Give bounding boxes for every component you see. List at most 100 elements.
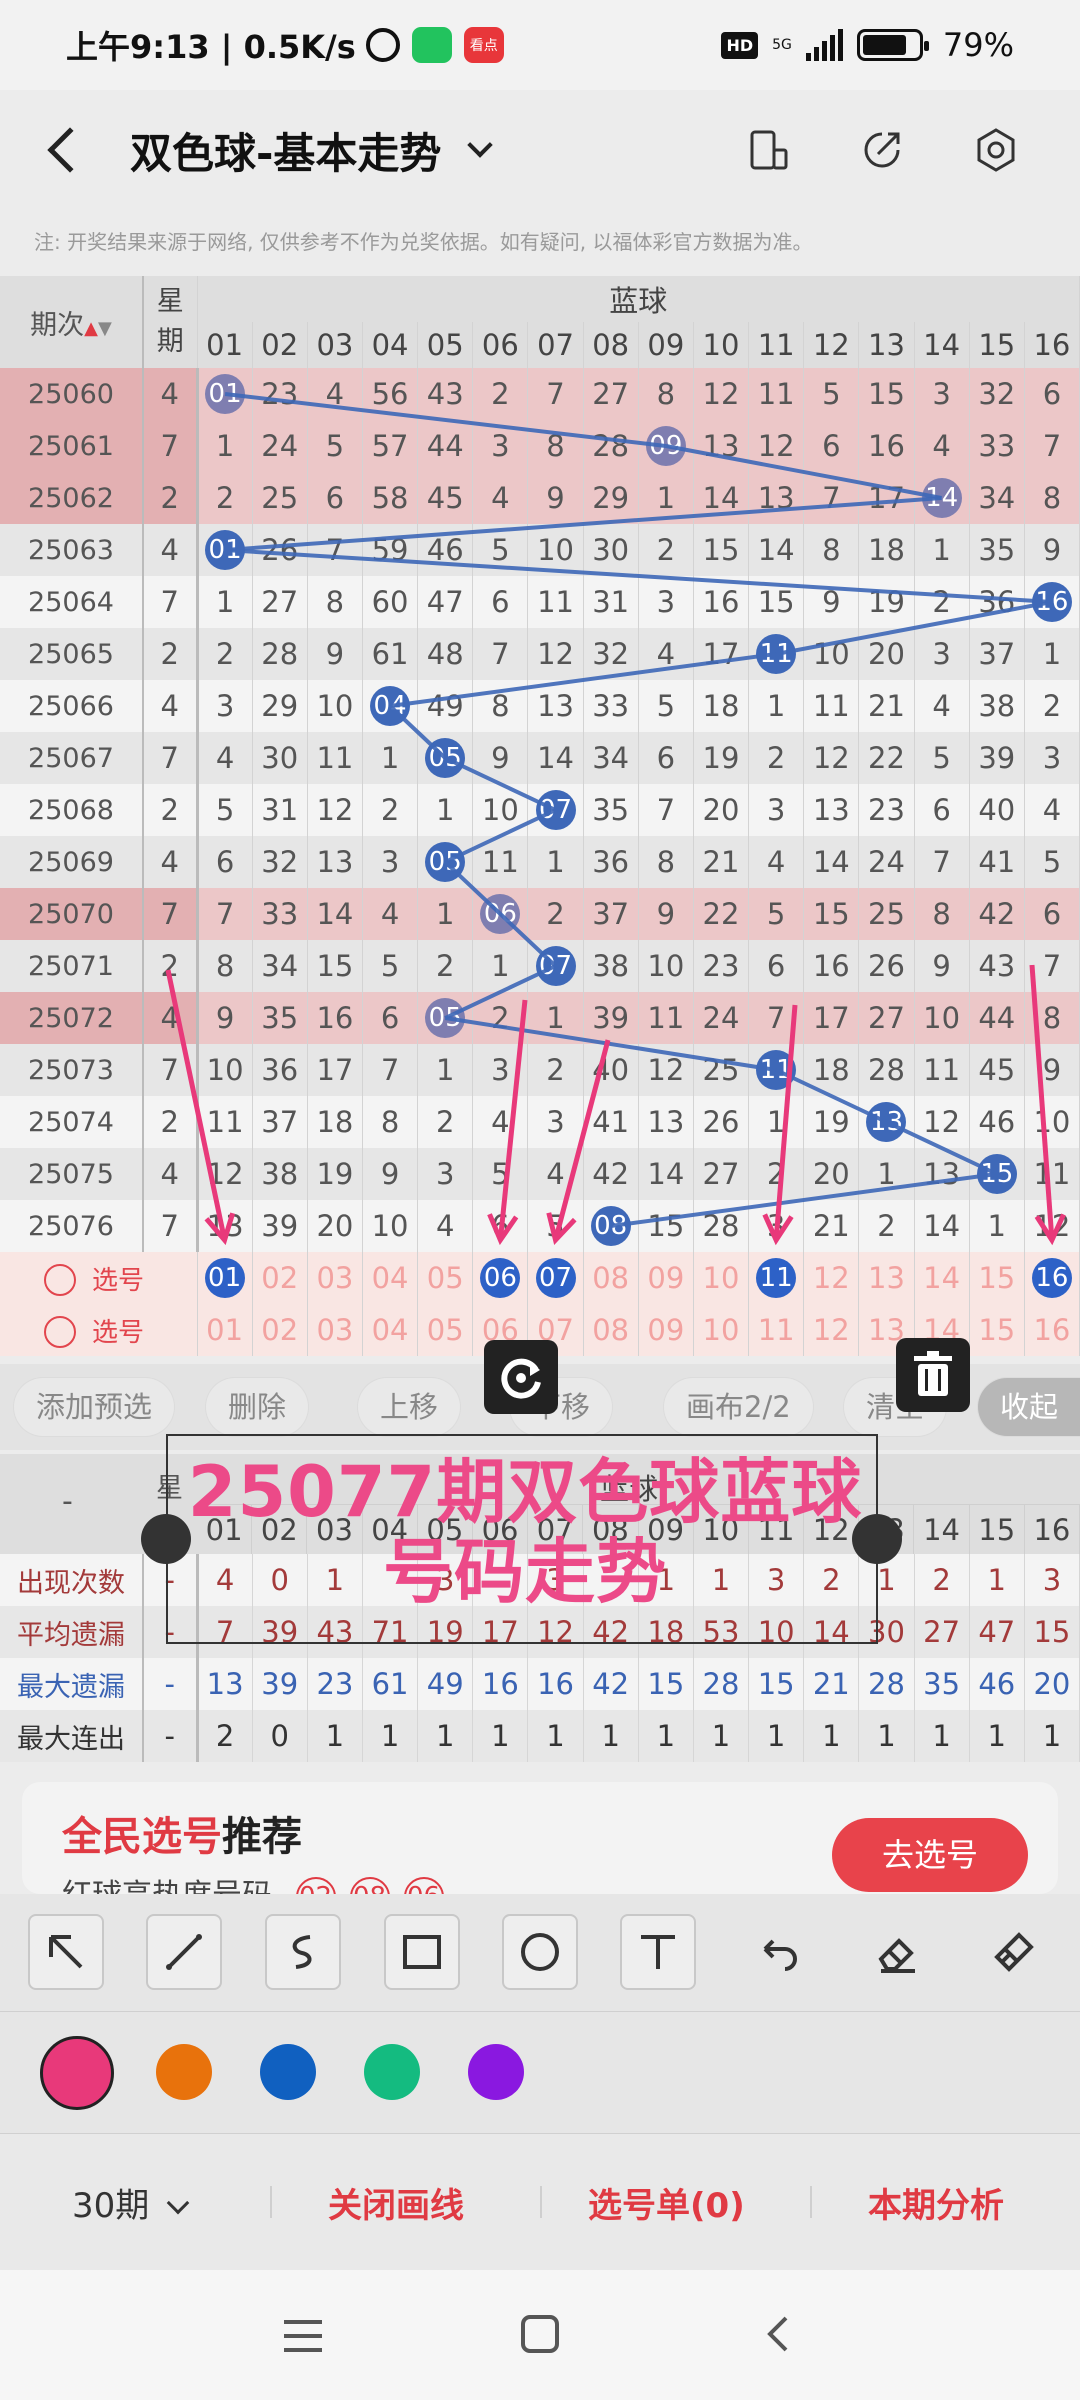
- pick-number[interactable]: 14: [914, 1252, 970, 1304]
- home-icon[interactable]: [520, 2314, 560, 2354]
- pick-number[interactable]: 06: [472, 1252, 529, 1304]
- pick-number[interactable]: 02: [252, 1252, 308, 1304]
- period-header[interactable]: 期次▲▼: [0, 276, 144, 368]
- share-icon[interactable]: [858, 126, 906, 174]
- pick-number[interactable]: 01: [197, 1304, 253, 1356]
- settings-icon[interactable]: [972, 126, 1020, 174]
- pick-number[interactable]: 03: [307, 1304, 363, 1356]
- period-select[interactable]: 30期: [72, 2178, 190, 2227]
- delete-button[interactable]: 删除: [206, 1378, 309, 1436]
- pick-list-button[interactable]: 选号单(0): [588, 2178, 745, 2227]
- pick-number[interactable]: 01: [197, 1252, 253, 1304]
- collapse-button[interactable]: 收起: [977, 1378, 1080, 1436]
- annotation-text[interactable]: 25077期双色球蓝球 号码走势: [160, 1452, 890, 1612]
- pick-number[interactable]: 16: [1024, 1252, 1080, 1304]
- hit-cell: 01: [197, 368, 253, 420]
- device-icon[interactable]: [744, 126, 792, 174]
- pick-number[interactable]: 03: [307, 1252, 363, 1304]
- arrow-tool-icon[interactable]: [28, 1914, 104, 1990]
- miss-cell: 6: [803, 420, 860, 472]
- pick-radio[interactable]: 选号: [0, 1252, 198, 1304]
- selected-ball[interactable]: 07: [535, 1258, 576, 1298]
- miss-cell: 16: [693, 576, 750, 628]
- page-title[interactable]: 双色球-基本走势: [130, 120, 441, 181]
- pick-radio[interactable]: 选号: [0, 1304, 198, 1356]
- move-up-button[interactable]: 上移: [358, 1378, 461, 1436]
- curve-tool-icon[interactable]: [265, 1914, 341, 1990]
- close-lines-button[interactable]: 关闭画线: [328, 2178, 464, 2227]
- text-tool-icon[interactable]: [620, 1914, 696, 1990]
- nav-back-icon[interactable]: [762, 2314, 792, 2354]
- period-analysis-button[interactable]: 本期分析: [868, 2178, 1004, 2227]
- period-cell: 25061: [0, 420, 144, 472]
- pick-number[interactable]: 02: [252, 1304, 308, 1356]
- pick-number[interactable]: 13: [858, 1252, 915, 1304]
- color-purple-swatch[interactable]: [468, 2044, 524, 2100]
- stats-value: 21: [803, 1658, 860, 1710]
- color-blue-swatch[interactable]: [260, 2044, 316, 2100]
- pick-number[interactable]: 05: [417, 1304, 474, 1356]
- undo-icon[interactable]: [740, 1914, 816, 1990]
- pick-number[interactable]: 04: [362, 1304, 419, 1356]
- blue-ball: 07: [535, 790, 576, 830]
- stats-row: 最大遗漏 -13 39 23 61 49 16 16 42 15 28 15 21 28 35 46 20: [0, 1658, 1080, 1710]
- miss-cell: 7: [1024, 420, 1080, 472]
- hit-cell: 07: [527, 784, 584, 836]
- selected-ball[interactable]: 06: [480, 1258, 521, 1298]
- blue-ball: 06: [480, 894, 521, 934]
- miss-cell: 27: [583, 368, 639, 420]
- pick-row[interactable]: 选号 01 02 03 04 05 06 07 08 09 10 11 12 13 14 15 16: [0, 1252, 1080, 1304]
- selected-ball[interactable]: 01: [204, 1258, 245, 1298]
- chevron-down-icon[interactable]: [467, 132, 494, 158]
- miss-cell: 14: [307, 888, 363, 940]
- pick-number[interactable]: 16: [1024, 1304, 1080, 1356]
- rotate-icon[interactable]: [484, 1340, 558, 1414]
- pick-number[interactable]: 12: [803, 1304, 860, 1356]
- pick-number[interactable]: 15: [969, 1252, 1025, 1304]
- pick-number[interactable]: 09: [638, 1252, 694, 1304]
- clear-tool-icon[interactable]: [976, 1914, 1052, 1990]
- circle-tool-icon[interactable]: [502, 1914, 578, 1990]
- miss-cell: 6: [197, 836, 253, 888]
- number-header: 12: [803, 322, 860, 368]
- selected-ball[interactable]: 16: [1031, 1258, 1072, 1298]
- back-icon[interactable]: [47, 127, 93, 173]
- resize-handle-left[interactable]: [141, 1514, 191, 1564]
- period-cell: 25071: [0, 940, 144, 992]
- pick-number[interactable]: 04: [362, 1252, 419, 1304]
- add-preselect-button[interactable]: 添加预选: [14, 1378, 175, 1436]
- pick-number[interactable]: 09: [638, 1304, 694, 1356]
- miss-cell: 18: [803, 1044, 860, 1096]
- miss-cell: 58: [362, 472, 419, 524]
- pick-number[interactable]: 10: [693, 1252, 750, 1304]
- miss-cell: 59: [362, 524, 419, 576]
- miss-cell: 36: [252, 1044, 308, 1096]
- miss-cell: 7: [748, 992, 805, 1044]
- miss-cell: 15: [858, 368, 915, 420]
- go-pick-button[interactable]: 去选号: [832, 1818, 1028, 1892]
- color-pink-swatch[interactable]: [40, 2036, 114, 2110]
- color-green-swatch[interactable]: [364, 2044, 420, 2100]
- pick-number[interactable]: 12: [803, 1252, 860, 1304]
- pick-number[interactable]: 07: [527, 1252, 584, 1304]
- resize-handle-right[interactable]: [852, 1514, 902, 1564]
- stats-value: 16: [472, 1658, 529, 1710]
- menu-icon[interactable]: [282, 2316, 324, 2356]
- color-orange-swatch[interactable]: [156, 2044, 212, 2100]
- pick-number[interactable]: 05: [417, 1252, 474, 1304]
- pick-number[interactable]: 15: [969, 1304, 1025, 1356]
- miss-cell: 30: [583, 524, 639, 576]
- pick-number[interactable]: 11: [748, 1304, 805, 1356]
- pick-number[interactable]: 10: [693, 1304, 750, 1356]
- number-header: 14: [914, 322, 970, 368]
- selected-ball[interactable]: 11: [756, 1258, 797, 1298]
- line-tool-icon[interactable]: [146, 1914, 222, 1990]
- eraser-icon[interactable]: [858, 1914, 934, 1990]
- pick-number[interactable]: 08: [583, 1304, 639, 1356]
- pick-number[interactable]: 08: [583, 1252, 639, 1304]
- canvas-button[interactable]: 画布2/2: [664, 1378, 813, 1436]
- week-cell: 4: [143, 1148, 199, 1200]
- trash-icon[interactable]: [896, 1338, 970, 1412]
- rectangle-tool-icon[interactable]: [384, 1914, 460, 1990]
- pick-number[interactable]: 11: [748, 1252, 805, 1304]
